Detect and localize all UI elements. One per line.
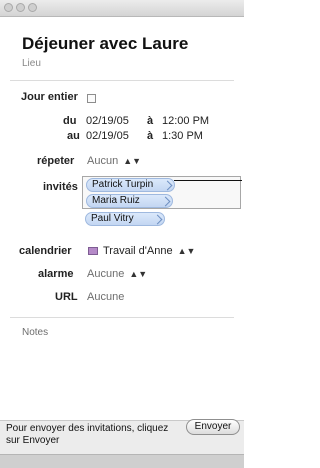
minimize-window-icon[interactable] — [16, 3, 25, 12]
chevron-down-icon[interactable] — [152, 214, 163, 225]
window-bottom-bar — [0, 454, 244, 468]
invitee-name: Maria Ruiz — [92, 195, 140, 206]
from-date[interactable]: 02/19/05 — [86, 115, 129, 127]
callout-line — [174, 180, 242, 181]
url-label: URL — [55, 291, 78, 303]
alarm-label: alarme — [38, 268, 74, 280]
from-label: du — [63, 115, 77, 127]
calendar-label: calendrier — [19, 245, 72, 257]
allday-checkbox[interactable] — [87, 94, 96, 103]
invitee-token[interactable]: Maria Ruiz — [86, 194, 173, 208]
notes-field[interactable]: Notes — [22, 327, 48, 338]
event-title[interactable]: Déjeuner avec Laure — [22, 34, 188, 54]
to-label: au — [67, 130, 80, 142]
zoom-window-icon[interactable] — [28, 3, 37, 12]
location-field[interactable]: Lieu — [22, 58, 41, 69]
to-date[interactable]: 02/19/05 — [86, 130, 129, 142]
alarm-value: Aucune — [87, 268, 125, 280]
chevron-down-icon[interactable] — [160, 196, 171, 207]
from-time[interactable]: 12:00 PM — [162, 115, 209, 127]
calendar-popup[interactable]: Travail d'Anne ▲▼ — [103, 245, 195, 257]
allday-label: Jour entier — [21, 91, 78, 103]
repeat-value: Aucun — [87, 155, 119, 167]
invitation-message: Pour envoyer des invitations, cliquez su… — [6, 423, 169, 446]
invitee-name: Paul Vitry — [91, 213, 134, 224]
calendar-value: Travail d'Anne — [103, 245, 173, 257]
alarm-stepper-icon: ▲▼ — [129, 269, 148, 279]
to-time[interactable]: 1:30 PM — [162, 130, 203, 142]
invitees-label: invités — [43, 181, 78, 193]
url-field[interactable]: Aucune — [87, 291, 124, 303]
window-titlebar[interactable] — [0, 0, 244, 17]
calendar-color-swatch — [88, 247, 98, 255]
calendar-stepper-icon: ▲▼ — [177, 246, 196, 256]
divider — [10, 80, 234, 81]
send-button[interactable]: Envoyer — [186, 419, 240, 435]
invitee-token[interactable]: Paul Vitry — [85, 212, 165, 226]
invitee-name: Patrick Turpin — [92, 179, 154, 190]
repeat-label: répeter — [37, 155, 75, 167]
chevron-down-icon[interactable] — [162, 180, 173, 191]
to-time-separator: à — [147, 130, 154, 142]
invitee-token[interactable]: Patrick Turpin — [86, 178, 175, 192]
divider — [10, 317, 234, 318]
from-time-separator: à — [147, 115, 154, 127]
repeat-popup[interactable]: Aucun ▲▼ — [87, 155, 141, 167]
alarm-popup[interactable]: Aucune ▲▼ — [87, 268, 147, 280]
repeat-stepper-icon: ▲▼ — [123, 156, 142, 166]
close-window-icon[interactable] — [4, 3, 13, 12]
